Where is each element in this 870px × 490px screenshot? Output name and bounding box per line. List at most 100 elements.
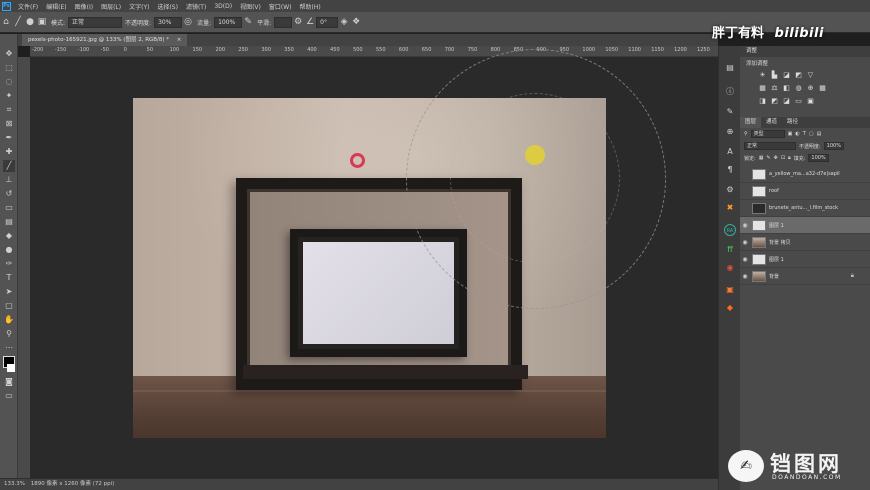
color-balance-icon[interactable]: ⚖ [770,84,779,93]
selective-color-icon[interactable]: ▣ [806,97,815,106]
color-lookup-icon[interactable]: ▦ [818,84,827,93]
history-brush-tool-icon[interactable]: ↺ [3,188,15,200]
plugin-tools-icon[interactable]: ✖ [724,202,736,214]
history-panel-icon[interactable]: ▤ [724,62,736,74]
adjustments-tab[interactable]: 调整 [740,46,870,57]
marquee-tool-icon[interactable]: ⬚ [3,62,15,74]
lock-position-icon[interactable]: ✥ [774,155,778,161]
levels-icon[interactable]: ▙ [770,71,779,80]
home-icon[interactable]: ⌂ [0,16,12,28]
canvas-workspace[interactable] [30,49,718,478]
smoothing-options-icon[interactable]: ⚙ [292,16,304,28]
curves-icon[interactable]: ◪ [782,71,791,80]
filter-type-icon[interactable]: T [803,131,806,137]
menu-view[interactable]: 视图(V) [236,2,265,11]
healing-tool-icon[interactable]: ✚ [3,146,15,158]
flow-input[interactable]: 100% [214,16,243,28]
lock-paint-icon[interactable]: ✎ [766,155,770,161]
visibility-eye-icon[interactable]: ◉ [740,273,750,280]
document-tab[interactable]: pexels-photo-165921.jpg @ 133% (图层 2, RG… [22,34,188,46]
vertical-ruler[interactable] [18,57,30,478]
filter-smart-icon[interactable]: ▤ [817,131,822,137]
zoom-level[interactable]: 133.3% [4,481,25,487]
layer-row[interactable]: roof [740,183,870,200]
lock-pixels-icon[interactable]: ▦ [759,155,764,161]
menu-filter[interactable]: 滤镜(T) [182,2,210,11]
threshold-icon[interactable]: ◪ [782,97,791,106]
layer-opacity-input[interactable]: 100% [823,142,844,150]
menu-select[interactable]: 选择(S) [153,2,182,11]
shape-tool-icon[interactable]: ▢ [3,300,15,312]
document-info[interactable]: 1890 像素 x 1260 像素 (72 ppi) [31,481,115,487]
brush-settings-icon[interactable]: ▣ [36,16,48,28]
menu-type[interactable]: 文字(Y) [125,2,153,11]
brush-preset-icon[interactable]: ● [24,16,36,28]
visibility-eye-icon[interactable]: ◉ [740,256,750,263]
screen-mode-icon[interactable]: ▭ [3,390,15,402]
dodge-tool-icon[interactable]: ● [3,244,15,256]
vibrance-icon[interactable]: ▽ [806,71,815,80]
tab-layers[interactable]: 图层 [740,117,762,128]
mode-select[interactable]: 正常 [68,16,123,28]
gradient-tool-icon[interactable]: ▤ [3,216,15,228]
channel-mixer-icon[interactable]: ⊕ [806,84,815,93]
quick-mask-icon[interactable]: ◙ [3,376,15,388]
tab-channels[interactable]: 通道 [761,117,782,128]
lock-all-icon[interactable]: 🔒︎ [788,155,791,161]
crop-tool-icon[interactable]: ⌗ [3,104,15,116]
horizontal-ruler[interactable]: -200 -150 -100 -50 0 50 100 150 200 250 300 350 400 4… [30,46,718,57]
color-wheel-plugin-icon[interactable]: ◉ [724,262,736,274]
symmetry-icon[interactable]: ❖ [350,16,362,28]
airbrush-icon[interactable]: ✎ [242,16,254,28]
brush-tool-icon[interactable]: ╱ [3,160,15,172]
cube-plugin-icon[interactable]: ◆ [724,302,736,314]
menu-edit[interactable]: 编辑(E) [42,2,70,11]
posterize-icon[interactable]: ◩ [770,97,779,106]
close-tab-icon[interactable]: × [177,37,182,43]
eraser-tool-icon[interactable]: ▭ [3,202,15,214]
pressure-opacity-icon[interactable]: ◎ [182,16,194,28]
hand-tool-icon[interactable]: ✋ [3,314,15,326]
brush-tool-icon[interactable]: ╱ [12,16,24,28]
blur-tool-icon[interactable]: ◆ [3,230,15,242]
type-tool-icon[interactable]: T [3,272,15,284]
visibility-eye-icon[interactable]: ◉ [740,222,750,229]
hue-saturation-icon[interactable]: ▦ [758,84,767,93]
layer-row[interactable]: ◉ 背景 🔒︎ [740,268,870,285]
exposure-icon[interactable]: ◩ [794,71,803,80]
clone-source-icon[interactable]: ⊕ [724,126,736,138]
filter-pixel-icon[interactable]: ▣ [788,131,793,137]
frame-tool-icon[interactable]: ⊠ [3,118,15,130]
properties-panel-icon[interactable]: ⚙ [724,184,736,196]
tab-paths[interactable]: 路径 [782,117,803,128]
more-tools-icon[interactable]: ⋯ [3,342,15,354]
menu-help[interactable]: 帮助(H) [296,2,325,11]
layer-row[interactable]: brunete_antu..._l.film_stock [740,200,870,217]
zoom-tool-icon[interactable]: ⚲ [3,328,15,340]
visibility-eye-icon[interactable]: ◉ [740,239,750,246]
filter-adjustment-icon[interactable]: ◐ [795,131,799,137]
orange-plugin-icon[interactable]: ▣ [724,284,736,296]
opacity-input[interactable]: 30% [154,16,183,28]
stamp-tool-icon[interactable]: ⊥ [3,174,15,186]
pressure-size-icon[interactable]: ◈ [338,16,350,28]
eyedropper-tool-icon[interactable]: ✒ [3,132,15,144]
lock-artboard-icon[interactable]: ⊡ [781,155,785,161]
background-color-swatch[interactable] [7,364,15,372]
angle-input[interactable]: 0° [316,16,339,28]
menu-file[interactable]: 文件(F) [14,2,42,11]
character-panel-icon[interactable]: A [724,146,736,158]
paragraph-panel-icon[interactable]: ¶ [724,164,736,176]
layer-kind-select[interactable]: 类型 [750,130,785,138]
menu-3d[interactable]: 3D(D) [210,3,236,10]
black-white-icon[interactable]: ◧ [782,84,791,93]
layer-row-selected[interactable]: ◉ 图层 1 [740,217,870,234]
layer-row[interactable]: a_yellow_ma...a32-d7e|sapil [740,166,870,183]
fill-input[interactable]: 100% [808,154,829,162]
info-panel-icon[interactable]: ⓘ [724,86,736,98]
smoothing-input[interactable] [274,16,293,28]
pen-tool-icon[interactable]: ✑ [3,258,15,270]
move-tool-icon[interactable]: ✥ [3,48,15,60]
photo-filter-icon[interactable]: ◍ [794,84,803,93]
filter-shape-icon[interactable]: ▢ [809,131,814,137]
